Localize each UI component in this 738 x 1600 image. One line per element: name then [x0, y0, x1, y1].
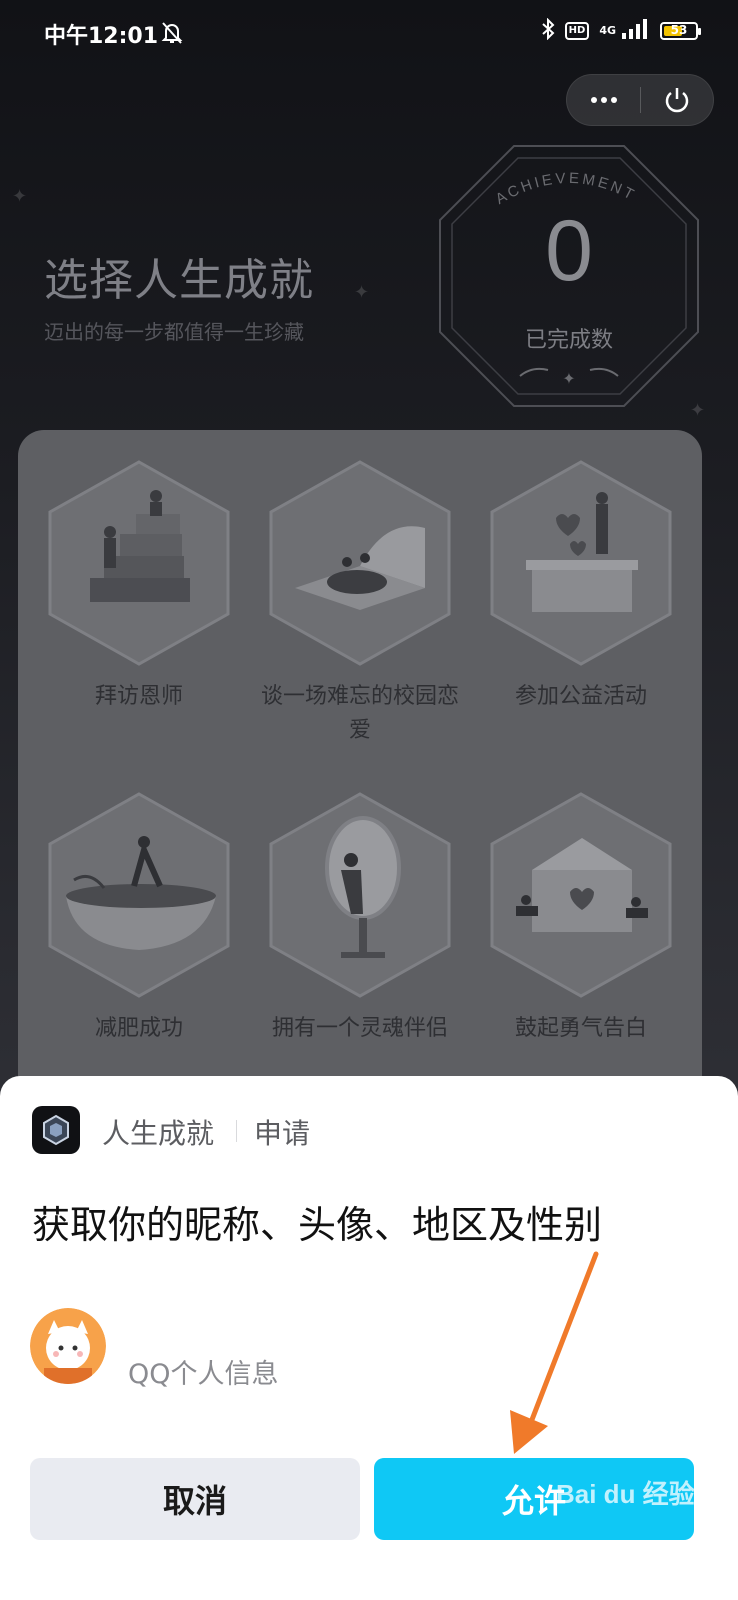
completed-count: 0 [545, 203, 593, 299]
avatar [30, 1308, 106, 1384]
qq-info-label: QQ个人信息 [128, 1359, 279, 1390]
auth-sheet: 人生成就 申请 获取你的昵称、头像、地区及性别 QQ个人信息 取消 允许 Bai… [0, 1076, 738, 1600]
status-icons: HD 4G 53 [541, 17, 701, 44]
apply-label: 申请 [254, 1117, 311, 1150]
completed-label: 已完成数 [524, 328, 613, 353]
power-icon [665, 88, 689, 113]
charity-hearts-illustration-icon [490, 460, 672, 666]
permission-title: 获取你的昵称、头像、地区及性别 [32, 1203, 603, 1247]
status-bar: 中午12:01 HD 4G 53 [0, 0, 738, 70]
close-miniapp-button[interactable] [641, 74, 713, 126]
page-title: 选择人生成就 [44, 255, 314, 306]
achievement-label: 鼓起勇气告白 [514, 1016, 647, 1041]
network-type: 4G [599, 24, 616, 37]
app-screen: 中午12:01 HD 4G 53 ✦ ✦ ✦ 选择人生成就 迈出的每一步都值得一… [0, 0, 738, 1600]
sparkle-icon: ✦ [12, 186, 28, 207]
annotation-arrow-icon [510, 1251, 599, 1454]
achievement-item[interactable]: 鼓起勇气告白 [476, 790, 686, 1046]
page-subtitle: 迈出的每一步都值得一生珍藏 [44, 320, 304, 344]
yoga-bowl-illustration-icon [48, 792, 230, 998]
svg-text:✦: ✦ [562, 369, 575, 388]
teacher-stairs-illustration-icon [48, 460, 230, 666]
mirror-girl-illustration-icon [269, 792, 451, 998]
cancel-button[interactable]: 取消 [30, 1458, 360, 1540]
divider [236, 1120, 237, 1142]
bluetooth-icon [541, 17, 555, 44]
achievement-item[interactable]: 减肥成功 [34, 790, 244, 1046]
battery-level: 53 [670, 23, 688, 37]
achievement-label: 参加公益活动 [514, 684, 647, 709]
bell-muted-icon [160, 20, 184, 50]
achievement-grid: 拜访恩师 谈一场难忘的校园恋爱 参加公益活动 减肥成功 拥有一个灵魂伴侣 鼓起勇… [18, 430, 702, 1110]
achievement-label: 拜访恩师 [94, 684, 183, 709]
app-logo-icon [32, 1106, 80, 1154]
status-time: 中午12:01 [44, 24, 159, 49]
sparkle-icon: ✦ [354, 282, 370, 303]
battery-icon: 53 [660, 22, 701, 40]
miniapp-capsule [566, 74, 714, 126]
achievement-item[interactable]: 谈一场难忘的校园恋爱 [255, 458, 465, 748]
achievement-label: 减肥成功 [94, 1016, 183, 1041]
achievement-item[interactable]: 拥有一个灵魂伴侣 [255, 790, 465, 1046]
campus-love-book-illustration-icon [269, 460, 451, 666]
achievement-badge: ACHIEVEMENT ✦ 0 已完成数 [436, 140, 702, 412]
app-name: 人生成就 [102, 1117, 215, 1150]
achievement-label: 谈一场难忘的校园恋爱 [260, 684, 459, 743]
love-letter-illustration-icon [490, 792, 672, 998]
achievement-item[interactable]: 拜访恩师 [34, 458, 244, 714]
hd-badge: HD [564, 22, 590, 40]
signal-icon [620, 19, 650, 43]
achievement-item[interactable]: 参加公益活动 [476, 458, 686, 714]
watermark: Bai du 经验 [556, 1479, 695, 1509]
more-button[interactable] [567, 74, 640, 126]
achievement-label: 拥有一个灵魂伴侣 [271, 1016, 448, 1041]
